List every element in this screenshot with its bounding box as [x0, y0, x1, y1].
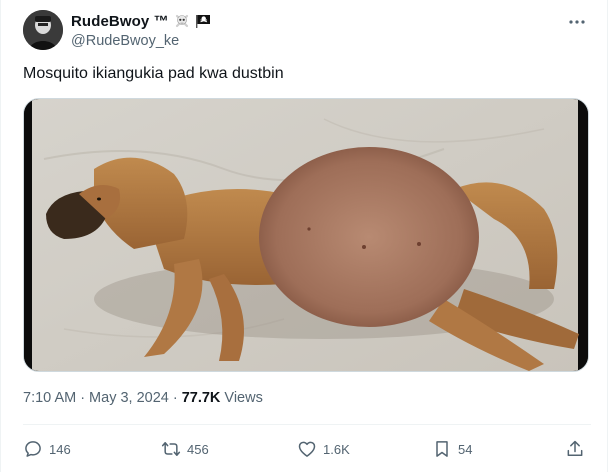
- skull-crossbones-icon: [174, 13, 190, 29]
- like-count: 1.6K: [323, 441, 350, 457]
- views-count: 77.7K: [181, 390, 221, 406]
- display-name-row: RudeBwoy ™: [71, 12, 211, 30]
- tweet-date[interactable]: May 3, 2024: [89, 390, 169, 406]
- meta-separator: ·: [80, 390, 86, 406]
- author-handle[interactable]: @RudeBwoy_ke: [71, 33, 211, 49]
- share-button[interactable]: [565, 438, 585, 460]
- tweet-text: Mosquito ikiangukia pad kwa dustbin: [23, 65, 284, 82]
- display-name[interactable]: RudeBwoy ™: [71, 13, 169, 30]
- bookmark-icon: [436, 441, 448, 457]
- tweet-header: RudeBwoy ™ @RudeBwoy_ke: [23, 8, 591, 52]
- tweet-card: RudeBwoy ™ @RudeBwoy_ke Mosquito ikiangu…: [0, 0, 608, 472]
- more-options-icon[interactable]: [567, 12, 587, 32]
- tweet-meta: 7:10 AM · May 3, 2024 · 77.7K Views: [23, 390, 263, 406]
- bookmark-count: 54: [458, 441, 473, 457]
- views-label: Views: [224, 390, 263, 406]
- repost-icon: [161, 442, 181, 456]
- reply-count: 146: [49, 441, 71, 457]
- reply-button[interactable]: 146: [23, 438, 71, 460]
- avatar[interactable]: [23, 10, 63, 50]
- repost-count: 456: [187, 441, 209, 457]
- meta-separator: ·: [172, 390, 178, 406]
- repost-button[interactable]: 456: [161, 438, 209, 460]
- action-bar: 146 456 1.6K 54: [23, 438, 591, 462]
- tweet-media-image[interactable]: [23, 98, 589, 372]
- reply-icon: [25, 441, 41, 457]
- share-icon: [567, 440, 583, 456]
- bookmark-button[interactable]: 54: [432, 438, 472, 460]
- pirate-flag-icon: [195, 13, 211, 29]
- like-button[interactable]: 1.6K: [297, 438, 350, 460]
- divider: [23, 424, 591, 425]
- heart-icon: [298, 441, 316, 457]
- tweet-time[interactable]: 7:10 AM: [23, 390, 76, 406]
- author-names: RudeBwoy ™ @RudeBwoy_ke: [71, 12, 211, 49]
